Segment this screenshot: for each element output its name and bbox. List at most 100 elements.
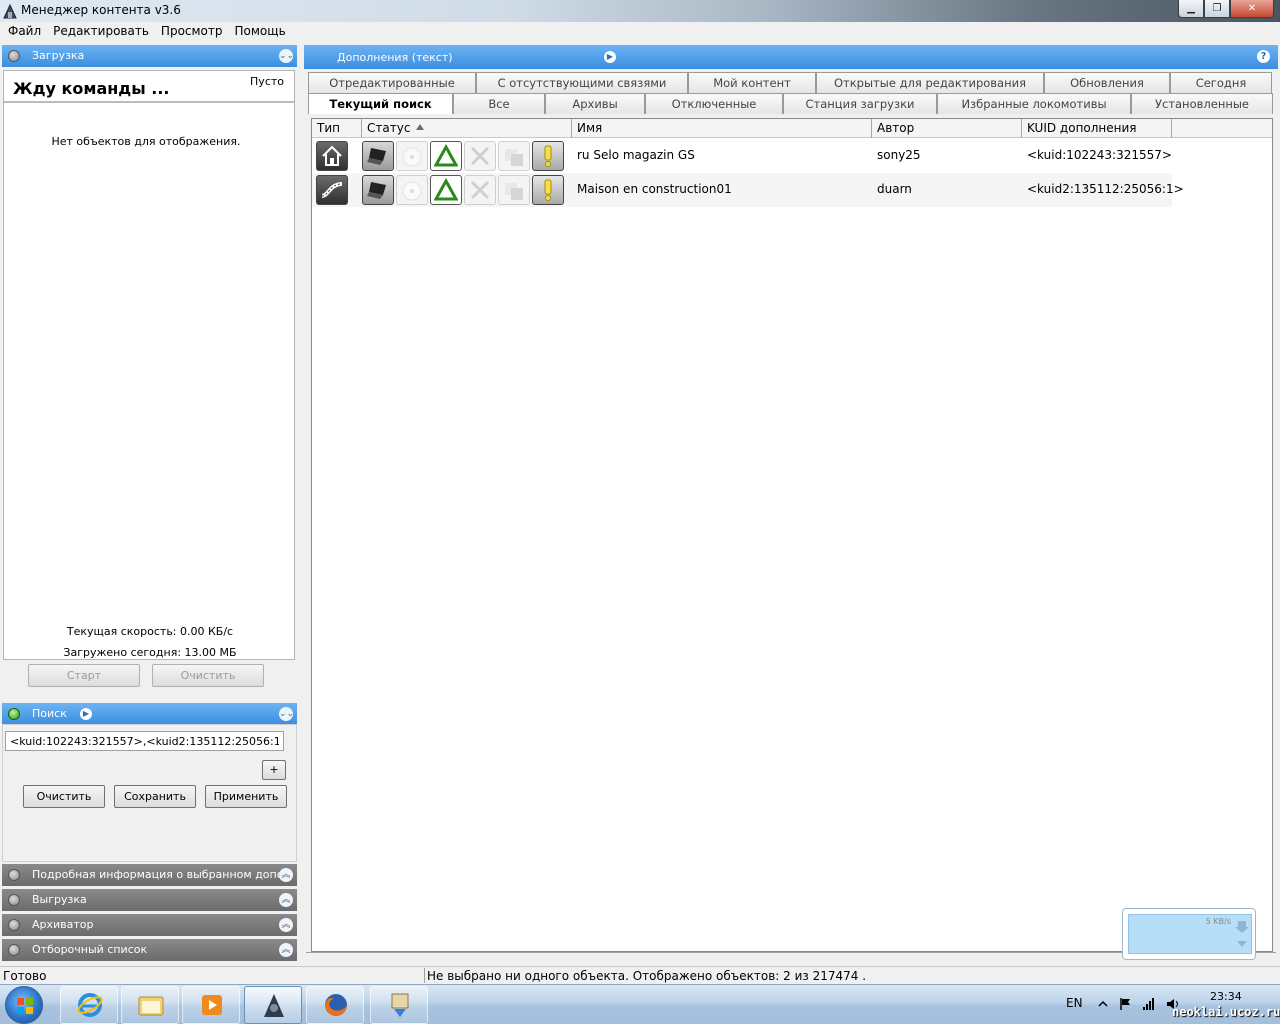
row-author: duarn [877,182,912,196]
tab-disabled[interactable]: Отключенные [645,93,783,114]
upload-section-header[interactable]: Выгрузка ︽ [2,889,297,911]
maximize-button[interactable]: ❐ [1204,0,1230,18]
save-search-button[interactable]: Сохранить [114,785,196,808]
chevron-down-icon[interactable]: ⌄⌄ [279,707,294,721]
tab-my-content[interactable]: Мой контент [688,72,816,93]
play-icon[interactable]: ▶ [80,708,92,720]
tab-updates[interactable]: Обновления [1044,72,1170,93]
collapse-toggle-icon[interactable] [8,894,20,906]
search-input[interactable] [5,731,284,751]
column-status[interactable]: Статус [362,119,572,138]
row-name: Maison en construction01 [577,182,732,196]
taskbar-app[interactable] [370,986,428,1024]
taskbar-content-manager[interactable] [244,986,302,1024]
road-icon [316,175,348,205]
download-header-label: Загрузка [32,49,85,62]
current-speed: Текущая скорость: 0.00 КБ/с [66,625,234,638]
taskbar: EN 23:34 [0,984,1280,1024]
search-section-header[interactable]: Поиск ▶ ⌄⌄ [2,703,297,725]
chevron-up-icon[interactable]: ︽ [279,893,293,907]
taskbar-firefox[interactable] [306,986,364,1024]
network-icon[interactable] [1142,997,1156,1011]
column-name[interactable]: Имя [572,119,872,138]
clear-search-button[interactable]: Очистить [23,785,105,808]
chevron-up-icon[interactable]: ︽ [279,868,293,882]
tab-download-station[interactable]: Станция загрузки [783,93,937,114]
rate-graph: 5 KB/s [1128,914,1252,954]
tools-icon [464,141,496,171]
apply-search-button[interactable]: Применить [205,785,287,808]
menu-file[interactable]: Файл [2,22,47,42]
start-button[interactable] [5,986,43,1024]
shortlist-section-header[interactable]: Отборочный список ︽ [2,939,297,961]
download-empty-label: Пусто [250,75,284,88]
tab-missing-deps[interactable]: С отсутствующими связями [476,72,688,93]
row-author: sony25 [877,148,921,162]
menu-edit[interactable]: Редактировать [47,22,155,42]
menu-help[interactable]: Помощь [229,22,292,42]
archiver-section-header[interactable]: Архиватор ︽ [2,914,297,936]
upload-header-label: Выгрузка [32,893,87,906]
table-row[interactable]: ru Selo magazin GS sony25 <kuid:102243:3… [312,139,1172,173]
left-panel: Загрузка ⌄⌄ Жду команды ... Пусто Нет об… [0,42,300,964]
laptop-icon [362,141,394,171]
squares-icon [498,141,530,171]
content-panel: Дополнения (текст) ▶ ? Отредактированные… [304,42,1280,964]
show-hidden-icons-icon[interactable] [1096,997,1110,1011]
row-kuid: <kuid2:135112:25056:1> [1027,182,1184,196]
minimize-button[interactable]: ▁ [1178,0,1204,18]
details-header-label: Подробная информация о выбранном дополне… [32,868,282,881]
column-kuid[interactable]: KUID дополнения [1022,119,1172,138]
content-header-label: Дополнения (текст) [337,51,453,64]
clock-time[interactable]: 23:34 [1210,990,1242,1003]
collapse-toggle-icon[interactable] [8,708,20,720]
status-message: Не выбрано ни одного объекта. Отображено… [427,969,867,983]
tab-row-1: Отредактированные С отсутствующими связя… [308,72,1272,93]
search-header-label: Поиск [32,707,67,720]
chevron-up-icon[interactable]: ︽ [279,943,293,957]
collapse-toggle-icon[interactable] [8,50,20,62]
language-indicator[interactable]: EN [1066,996,1083,1010]
windows-logo-icon [17,998,33,1014]
column-type[interactable]: Тип [312,119,362,138]
help-icon[interactable]: ? [1257,50,1270,63]
download-rate-widget[interactable]: 5 KB/s [1122,908,1256,960]
tab-all[interactable]: Все [453,93,545,114]
internet-explorer-icon [77,993,103,1017]
collapse-toggle-icon[interactable] [8,919,20,931]
collapse-toggle-icon[interactable] [8,944,20,956]
media-player-icon [202,995,222,1015]
tab-archives[interactable]: Архивы [545,93,645,114]
details-section-header[interactable]: Подробная информация о выбранном дополне… [2,864,297,886]
chevron-up-icon[interactable]: ︽ [279,918,293,932]
chevron-down-icon[interactable]: ⌄⌄ [279,49,294,63]
download-section-header[interactable]: Загрузка ⌄⌄ [2,45,297,67]
tab-installed[interactable]: Установленные [1131,93,1273,114]
tab-current-search[interactable]: Текущий поиск [308,93,453,114]
row-name: ru Selo magazin GS [577,148,695,162]
menu-view[interactable]: Просмотр [155,22,229,42]
tab-favorite-locos[interactable]: Избранные локомотивы [937,93,1131,114]
tab-open-for-edit[interactable]: Открытые для редактирования [816,72,1044,93]
taskbar-explorer[interactable] [121,986,179,1024]
add-search-button[interactable]: + [262,760,286,780]
close-button[interactable]: ✕ [1230,0,1274,18]
table-row[interactable]: Maison en construction01 duarn <kuid2:13… [312,173,1184,207]
taskbar-media-player[interactable] [182,986,240,1024]
tab-edited[interactable]: Отредактированные [308,72,476,93]
status-ready: Готово [3,969,47,983]
start-button[interactable]: Старт [28,664,140,687]
tools-icon [464,175,496,205]
content-grid: Тип Статус Имя Автор KUID дополнения ru … [311,118,1273,952]
house-icon [316,141,348,171]
scroll-arrows-icon[interactable] [1235,917,1249,951]
collapse-toggle-icon[interactable] [8,869,20,881]
tab-today[interactable]: Сегодня [1170,72,1272,93]
triangle-icon [430,175,462,205]
content-manager-icon [264,994,284,1017]
play-icon[interactable]: ▶ [604,51,616,63]
taskbar-ie[interactable] [60,986,118,1024]
action-center-flag-icon[interactable] [1118,997,1132,1011]
column-author[interactable]: Автор [872,119,1022,138]
clear-download-button[interactable]: Очистить [152,664,264,687]
